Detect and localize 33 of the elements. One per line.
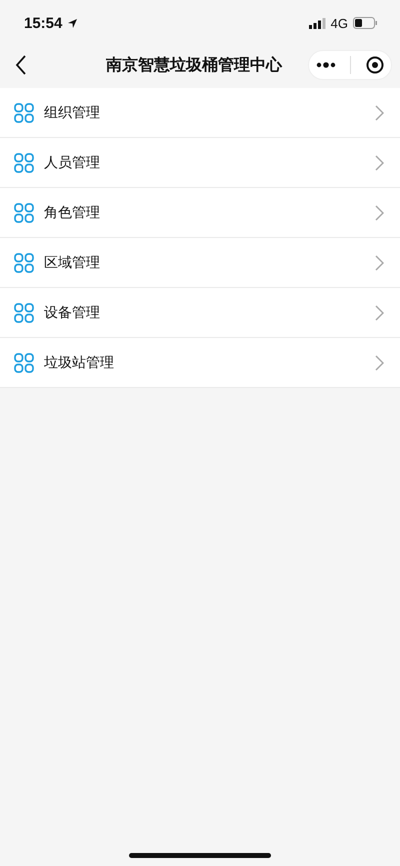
page-title: 南京智慧垃圾桶管理中心: [106, 54, 282, 76]
menu-item[interactable]: 组织管理: [0, 88, 400, 138]
status-time: 15:54: [24, 14, 62, 32]
grid-icon: [14, 252, 34, 272]
chevron-icon: [375, 254, 384, 270]
grid-icon: [14, 302, 34, 322]
menu-label: 人员管理: [44, 154, 100, 172]
menu-label: 垃圾站管理: [44, 354, 114, 372]
menu-item[interactable]: 区域管理: [0, 238, 400, 288]
chevron-icon: [375, 154, 384, 170]
network-label: 4G: [330, 16, 348, 30]
menu-item[interactable]: 设备管理: [0, 288, 400, 338]
menu-label: 设备管理: [44, 304, 100, 322]
chevron-icon: [375, 104, 384, 120]
menu-item[interactable]: 垃圾站管理: [0, 338, 400, 388]
grid-icon: [14, 202, 34, 222]
menu-label: 区域管理: [44, 254, 100, 272]
menu-label: 组织管理: [44, 104, 100, 122]
menu-item[interactable]: 人员管理: [0, 138, 400, 188]
battery-icon: [353, 17, 378, 29]
back-icon[interactable]: [15, 55, 27, 75]
location-icon: [67, 18, 78, 28]
grid-icon: [14, 352, 34, 372]
menu-item[interactable]: 角色管理: [0, 188, 400, 238]
signal-icon: [308, 18, 326, 28]
menu-label: 角色管理: [44, 204, 100, 222]
more-icon[interactable]: [316, 62, 336, 68]
grid-icon: [14, 152, 34, 172]
chevron-icon: [375, 204, 384, 220]
close-icon[interactable]: [366, 56, 384, 74]
chevron-icon: [375, 354, 384, 370]
grid-icon: [14, 102, 34, 122]
chevron-icon: [375, 304, 384, 320]
